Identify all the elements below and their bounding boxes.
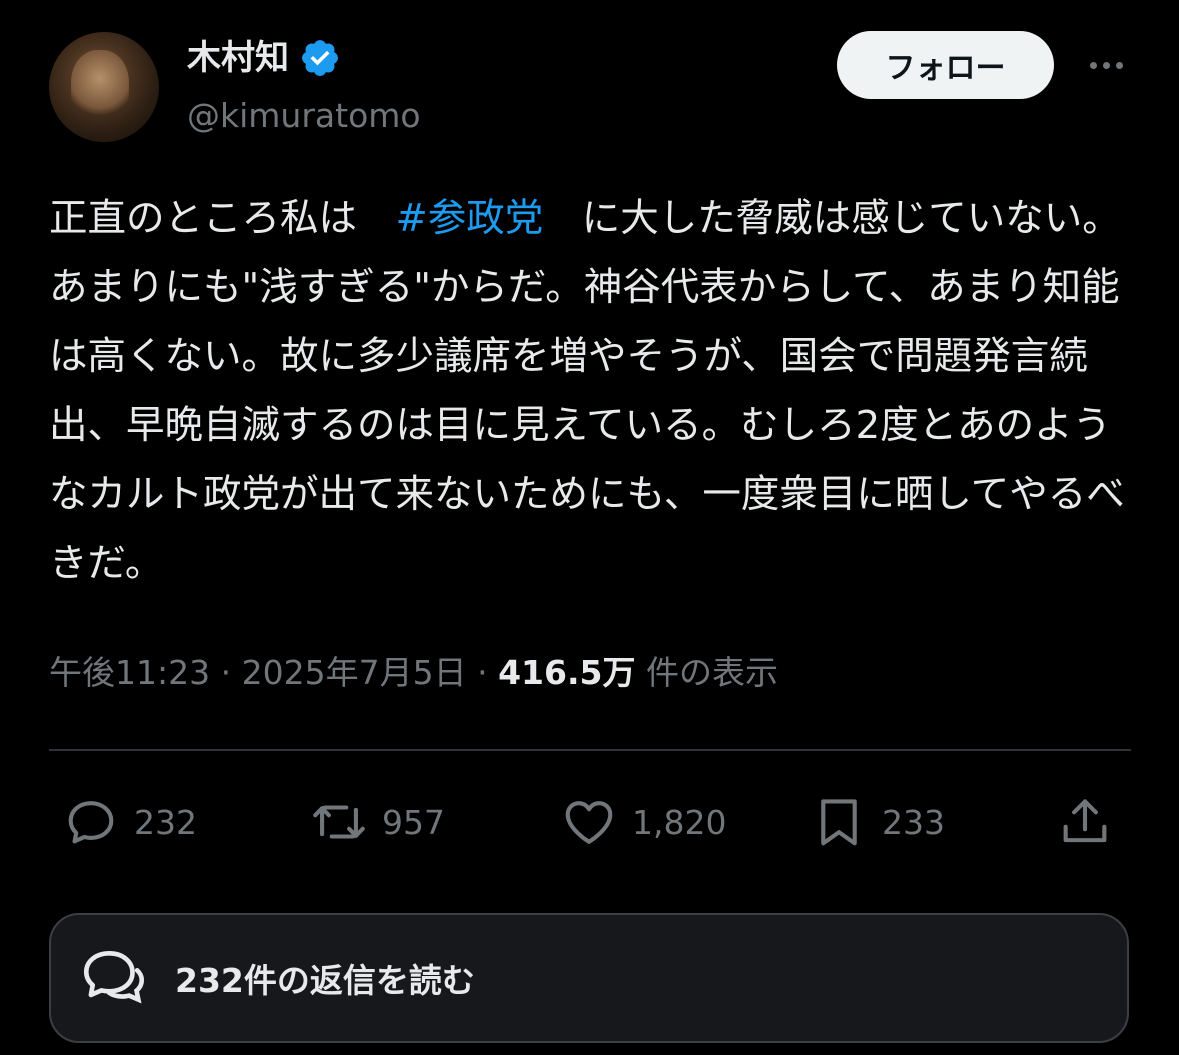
- read-replies-label: 232件の返信を読む: [175, 961, 475, 1000]
- bookmark-button[interactable]: 233: [810, 790, 945, 854]
- retweet-count: 957: [382, 802, 445, 842]
- like-button[interactable]: 1,820: [560, 790, 726, 854]
- tweet-text-part2: に大した脅威は感じていない。あまりにも"浅すぎる"からだ。神谷代表からして、あま…: [49, 196, 1125, 586]
- tweet-time[interactable]: 午後11:23: [49, 653, 210, 692]
- bookmark-count: 233: [882, 802, 945, 842]
- more-dots-icon[interactable]: [1082, 48, 1130, 82]
- tweet-text: 正直のところ私は #参政党 に大した脅威は感じていない。あまりにも"浅すぎる"か…: [49, 184, 1139, 598]
- heart-icon: [565, 801, 613, 844]
- speech-bubbles-icon: [83, 951, 145, 1004]
- tweet-text-part1: 正直のところ私は: [49, 196, 396, 241]
- meta-separator: ·: [466, 653, 499, 692]
- view-count-label: 件の表示: [635, 653, 778, 692]
- retweet-icon: [313, 805, 365, 839]
- follow-button[interactable]: フォロー: [837, 31, 1054, 99]
- meta-separator: ·: [210, 653, 242, 692]
- hashtag-link[interactable]: #参政党: [396, 196, 544, 241]
- view-count[interactable]: 416.5万: [498, 653, 635, 692]
- author-name-row[interactable]: 木村知: [187, 36, 341, 80]
- reply-button[interactable]: 232: [62, 790, 197, 854]
- share-button[interactable]: [1056, 790, 1114, 854]
- verified-badge-icon: [302, 40, 338, 76]
- author-display-name[interactable]: 木村知: [187, 36, 289, 80]
- tweet-meta: 午後11:23 · 2025年7月5日 · 416.5万 件の表示: [49, 648, 778, 698]
- reply-count: 232: [134, 802, 197, 842]
- reply-icon: [68, 801, 114, 844]
- tweet-date[interactable]: 2025年7月5日: [242, 653, 467, 692]
- bookmark-icon: [821, 799, 857, 846]
- like-count: 1,820: [632, 802, 727, 842]
- share-icon: [1063, 799, 1107, 843]
- author-handle[interactable]: @kimuratomo: [187, 94, 421, 138]
- avatar[interactable]: [49, 32, 159, 142]
- read-replies-button[interactable]: 232件の返信を読む: [49, 913, 1129, 1043]
- retweet-button[interactable]: 957: [310, 790, 445, 854]
- divider: [49, 749, 1131, 751]
